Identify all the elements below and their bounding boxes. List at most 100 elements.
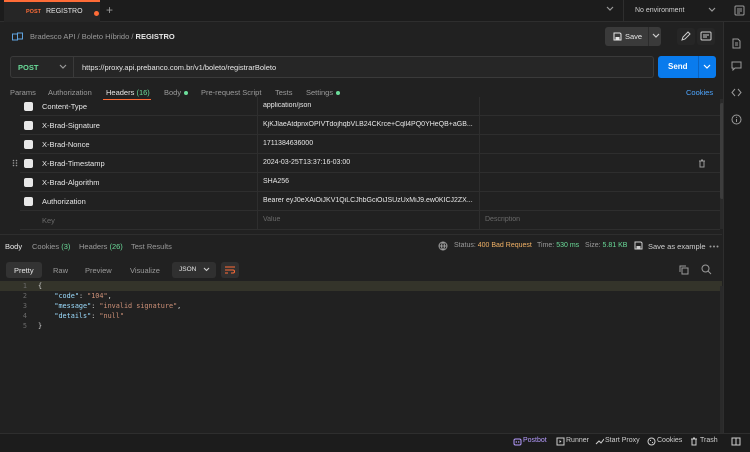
new-tab-plus-icon[interactable]: + — [106, 3, 113, 17]
tab-body[interactable]: Body — [164, 88, 189, 97]
cookies-button[interactable]: Cookies — [657, 437, 682, 444]
header-checkbox[interactable] — [24, 197, 33, 206]
comments-icon[interactable] — [731, 60, 742, 71]
new-key-input[interactable]: Key — [42, 216, 55, 225]
tab-title: REGISTRO — [46, 8, 83, 15]
response-tab-body[interactable]: Body — [5, 242, 22, 251]
globe-icon[interactable] — [438, 241, 448, 251]
copy-icon[interactable] — [679, 265, 689, 275]
edit-icon[interactable] — [677, 28, 695, 45]
documentation-icon[interactable] — [731, 38, 742, 49]
tab-params[interactable]: Params — [10, 88, 36, 97]
header-checkbox[interactable] — [24, 178, 33, 187]
trash-button[interactable]: Trash — [700, 437, 718, 444]
proxy-icon — [595, 437, 604, 446]
environment-quick-look-icon[interactable] — [734, 5, 745, 16]
drag-handle-icon[interactable] — [12, 159, 18, 167]
url-input[interactable]: https://proxy.api.prebanco.com.br/v1/bol… — [74, 56, 654, 78]
response-status[interactable]: Status: 400 Bad Request — [454, 242, 532, 249]
environment-label: No environment — [635, 7, 685, 14]
tab-tests[interactable]: Tests — [275, 88, 293, 97]
chevron-down-icon[interactable] — [652, 33, 660, 39]
new-description-input[interactable]: Description — [485, 216, 701, 223]
tab-settings[interactable]: Settings — [306, 88, 341, 97]
breadcrumb-collection[interactable]: Bradesco API — [30, 32, 75, 41]
pane-divider[interactable] — [0, 234, 722, 235]
tab-authorization[interactable]: Authorization — [48, 88, 92, 97]
table-row: X-Brad-Timestamp 2024-03-25T13:37:16-03:… — [20, 154, 720, 173]
comments-icon[interactable] — [697, 28, 715, 45]
new-value-input[interactable]: Value — [263, 216, 479, 223]
response-size[interactable]: Size: 5.81 KB — [585, 242, 627, 249]
save-response-icon — [634, 241, 643, 250]
header-checkbox[interactable] — [24, 102, 33, 111]
request-tab[interactable]: POST REGISTRO — [4, 0, 100, 22]
header-value[interactable]: 2024-03-25T13:37:16-03:00 — [263, 159, 479, 166]
start-proxy-button[interactable]: Start Proxy — [605, 437, 640, 444]
chevron-down-icon — [59, 64, 67, 70]
search-icon[interactable] — [701, 264, 712, 275]
postbot-button[interactable]: Postbot — [523, 437, 547, 444]
more-options-icon[interactable] — [709, 245, 719, 248]
info-icon[interactable] — [731, 114, 742, 125]
view-raw[interactable]: Raw — [45, 262, 76, 278]
tab-headers[interactable]: Headers (16) — [106, 88, 150, 97]
method-value: POST — [18, 63, 39, 72]
header-key[interactable]: Content-Type — [42, 102, 87, 111]
header-key[interactable]: X-Brad-Timestamp — [42, 159, 105, 168]
layout-toggle-icon[interactable] — [731, 437, 741, 446]
chevron-down-icon[interactable] — [703, 64, 711, 70]
save-as-example-button[interactable]: Save as example — [648, 242, 706, 251]
save-button[interactable]: Save — [605, 27, 661, 46]
header-value[interactable]: application/json — [263, 102, 479, 109]
table-row: X-Brad-Algorithm SHA256 — [20, 173, 720, 192]
tab-method: POST — [26, 9, 41, 15]
save-label: Save — [625, 32, 643, 41]
header-value[interactable]: Bearer eyJ0eXAiOiJKV1QiLCJhbGciOiJSUzUxM… — [263, 197, 479, 204]
trash-icon — [690, 437, 698, 446]
header-key[interactable]: Authorization — [42, 197, 86, 206]
unsaved-dot-icon — [94, 11, 99, 16]
code-snippet-icon[interactable] — [731, 87, 742, 98]
header-value[interactable]: 1711384636000 — [263, 140, 479, 147]
collection-icon — [12, 32, 23, 42]
tab-prerequest-script[interactable]: Pre-request Script — [201, 88, 261, 97]
format-value: JSON — [179, 266, 197, 273]
header-value[interactable]: SHA256 — [263, 178, 479, 185]
header-key[interactable]: X-Brad-Nonce — [42, 140, 90, 149]
response-time[interactable]: Time: 530 ms — [537, 242, 579, 249]
header-checkbox[interactable] — [24, 159, 33, 168]
runner-button[interactable]: Runner — [566, 437, 589, 444]
header-checkbox[interactable] — [24, 140, 33, 149]
new-header-row: Key Value Description — [20, 211, 720, 230]
wrap-lines-icon[interactable] — [221, 262, 239, 278]
code-line: 2 "code": "104", — [22, 292, 112, 300]
method-select[interactable]: POST — [10, 56, 74, 78]
response-tab-test-results[interactable]: Test Results — [131, 242, 172, 251]
code-line: 3 "message": "invalid signature", — [22, 302, 182, 310]
format-select[interactable]: JSON — [172, 262, 216, 278]
header-value[interactable]: KjKJlaeAtdpnxOPIVTdojhqbVLB24CKrce+Cqll4… — [263, 121, 479, 128]
send-button[interactable]: Send — [658, 56, 716, 78]
header-checkbox[interactable] — [24, 121, 33, 130]
cookies-link[interactable]: Cookies — [686, 88, 713, 97]
tab-list-chevron-icon[interactable] — [606, 6, 614, 12]
code-line: 5 } — [22, 322, 43, 330]
view-visualize[interactable]: Visualize — [122, 262, 168, 278]
breadcrumb-folder[interactable]: Boleto Híbrido — [82, 32, 130, 41]
response-tab-cookies[interactable]: Cookies (3) — [32, 242, 70, 251]
header-key[interactable]: X-Brad-Algorithm — [42, 178, 100, 187]
table-row: Authorization Bearer eyJ0eXAiOiJKV1QiLCJ… — [20, 192, 720, 211]
runner-icon — [556, 437, 565, 446]
header-key[interactable]: X-Brad-Signature — [42, 121, 100, 130]
view-pretty[interactable]: Pretty — [6, 262, 42, 278]
url-value: https://proxy.api.prebanco.com.br/v1/bol… — [82, 63, 277, 72]
right-sidebar — [723, 22, 750, 436]
view-preview[interactable]: Preview — [77, 262, 120, 278]
environment-select[interactable]: No environment — [623, 0, 719, 22]
delete-header-trash-icon[interactable] — [698, 159, 706, 168]
response-tab-headers[interactable]: Headers (26) — [79, 242, 123, 251]
cookies-icon — [647, 437, 656, 446]
table-row: X-Brad-Signature KjKJlaeAtdpnxOPIVTdojhq… — [20, 116, 720, 135]
indicator-dot-icon — [336, 91, 341, 96]
